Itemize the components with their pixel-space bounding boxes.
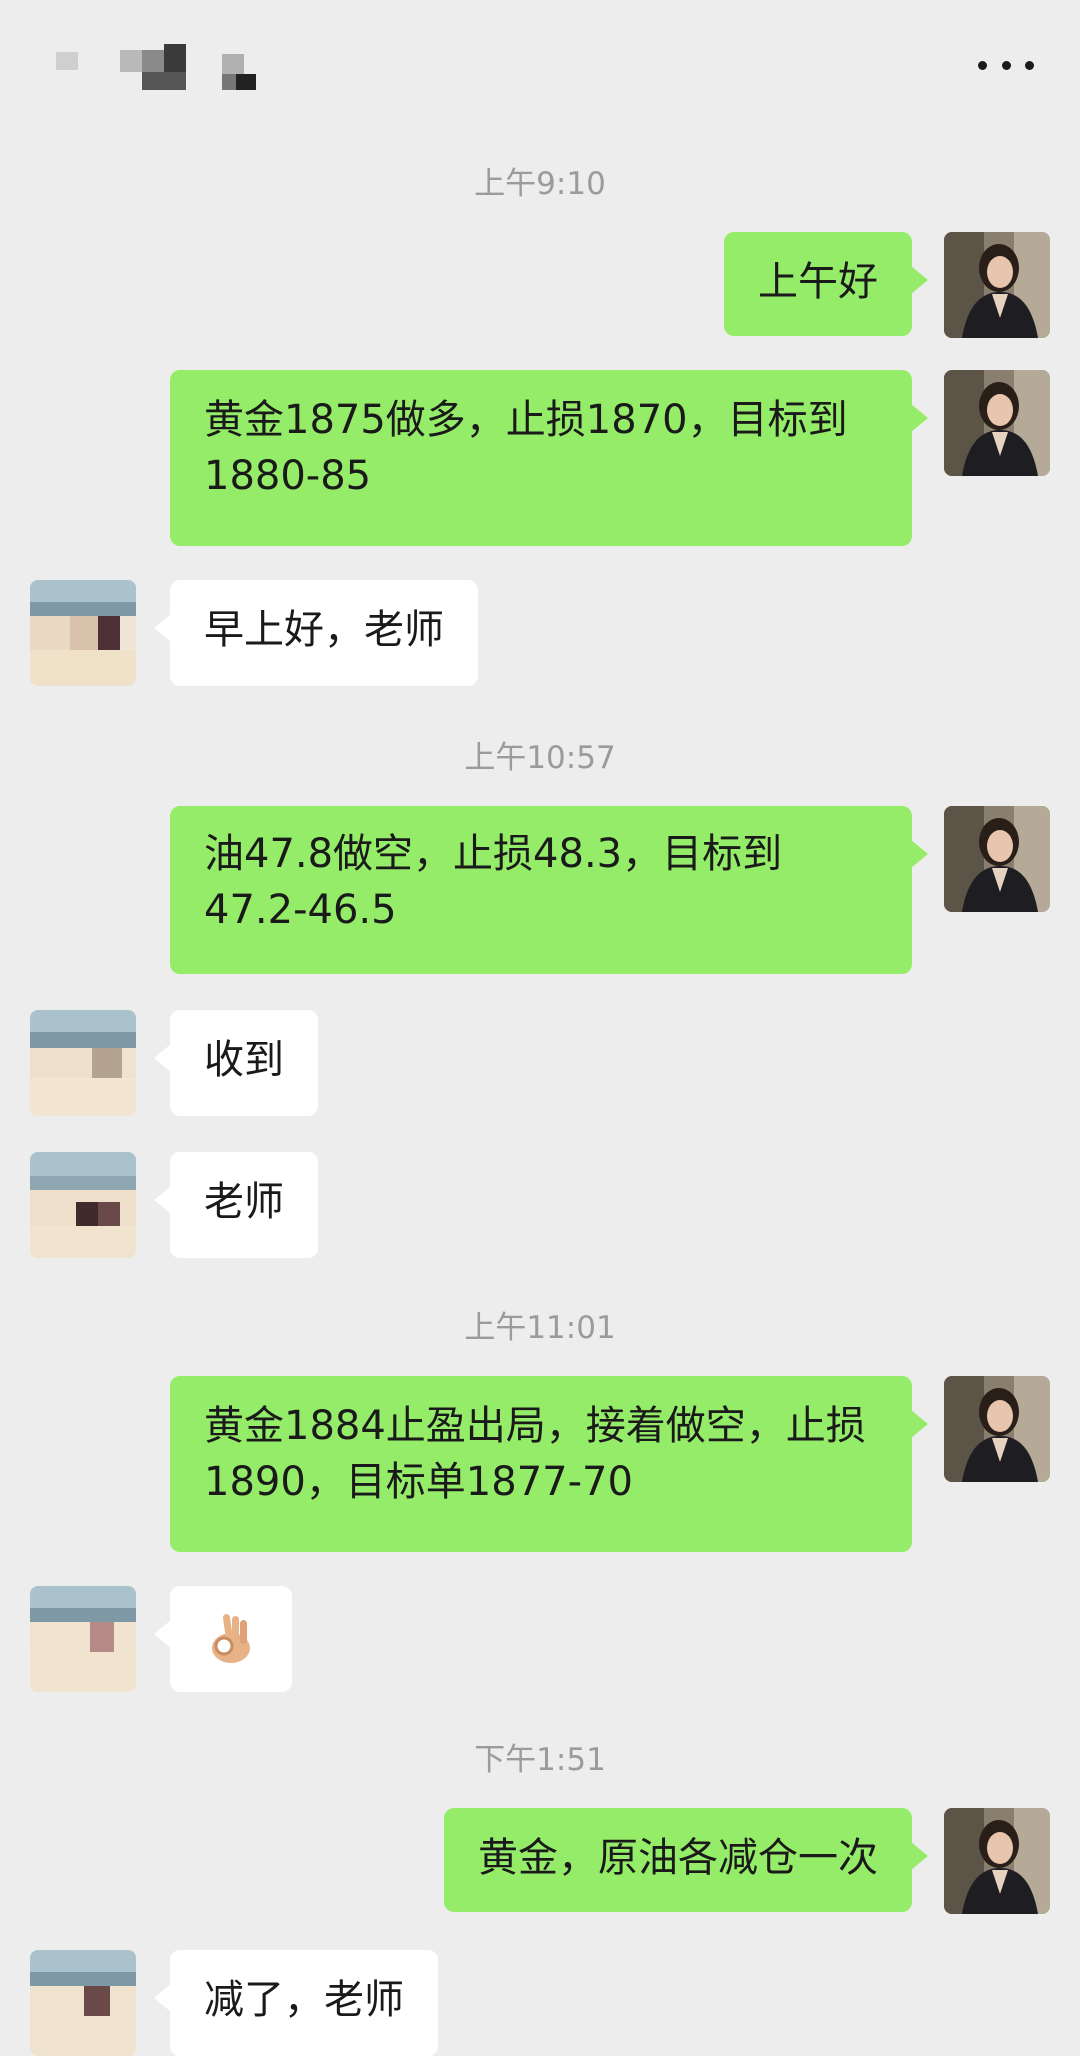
message-bubble-sent[interactable]: 油47.8做空，止损48.3，目标到47.2-46.5 — [170, 806, 928, 974]
message-bubble-sent[interactable]: 上午好 — [724, 232, 928, 336]
message-row-other: 早上好，老师 — [0, 580, 1080, 686]
avatar-pixelated[interactable] — [30, 1950, 136, 2056]
message-row-other: 收到 — [0, 1010, 1080, 1116]
ok-hand-emoji — [212, 1614, 250, 1663]
message-bubble-received[interactable] — [154, 1586, 292, 1692]
message-bubble-received[interactable]: 老师 — [154, 1152, 318, 1258]
message-row-me: 黄金1875做多，止损1870，目标到1880-85 — [0, 370, 1080, 546]
more-icon[interactable] — [978, 54, 1034, 76]
message-row-other — [0, 1586, 1080, 1692]
avatar[interactable] — [944, 1376, 1050, 1482]
message-bubble-sent[interactable]: 黄金，原油各减仓一次 — [444, 1808, 928, 1912]
message-bubble-sent[interactable]: 黄金1884止盈出局，接着做空，止损1890，目标单1877-70 — [170, 1376, 928, 1552]
avatar-pixelated[interactable] — [30, 1010, 136, 1116]
timestamp: 上午11:01 — [464, 1310, 616, 1346]
avatar[interactable] — [944, 232, 1050, 338]
avatar[interactable] — [944, 370, 1050, 476]
message-bubble-sent[interactable]: 黄金1875做多，止损1870，目标到1880-85 — [170, 370, 928, 546]
message-row-other: 老师 — [0, 1152, 1080, 1258]
message-row-me: 油47.8做空，止损48.3，目标到47.2-46.5 — [0, 806, 1080, 974]
message-bubble-received[interactable]: 早上好，老师 — [154, 580, 478, 686]
title-bar — [0, 0, 1080, 140]
message-bubble-received[interactable]: 减了，老师 — [154, 1950, 438, 2056]
message-row-me: 黄金，原油各减仓一次 — [0, 1808, 1080, 1914]
avatar-pixelated[interactable] — [30, 580, 136, 686]
message-row-me: 黄金1884止盈出局，接着做空，止损1890，目标单1877-70 — [0, 1376, 1080, 1552]
contact-name-pixelated — [56, 44, 276, 94]
avatar[interactable] — [944, 806, 1050, 912]
avatar-pixelated[interactable] — [30, 1152, 136, 1258]
timestamp: 上午9:10 — [474, 166, 606, 202]
message-row-me: 上午好 — [0, 232, 1080, 338]
timestamp: 下午1:51 — [474, 1742, 606, 1778]
message-row-other: 减了，老师 — [0, 1950, 1080, 2056]
message-bubble-received[interactable]: 收到 — [154, 1010, 318, 1116]
avatar-pixelated[interactable] — [30, 1586, 136, 1692]
timestamp: 上午10:57 — [464, 740, 616, 776]
avatar[interactable] — [944, 1808, 1050, 1914]
